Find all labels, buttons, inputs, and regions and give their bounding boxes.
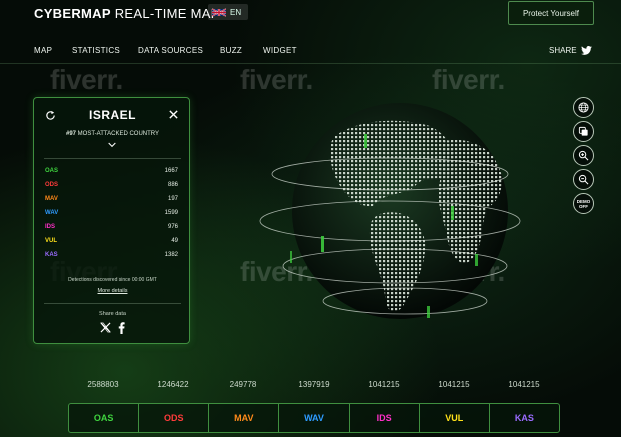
globe-view-button[interactable] bbox=[573, 97, 594, 118]
filter-vul[interactable]: VUL bbox=[420, 404, 490, 432]
source-filter-bar: OAS ODS MAV WAV IDS VUL KAS bbox=[68, 403, 560, 433]
stat-row-ods[interactable]: ODS 886 bbox=[45, 182, 178, 192]
brand-logo[interactable]: CYBERMAP REAL-TIME MAP bbox=[34, 6, 220, 21]
nav-buzz[interactable]: BUZZ bbox=[220, 46, 242, 55]
stat-name: MAV bbox=[45, 196, 58, 202]
filter-ids[interactable]: IDS bbox=[350, 404, 420, 432]
stat-value: 886 bbox=[167, 182, 178, 188]
nav-map[interactable]: MAP bbox=[34, 46, 52, 55]
stat-row-oas[interactable]: OAS 1667 bbox=[45, 168, 178, 178]
filter-wav[interactable]: WAV bbox=[279, 404, 350, 432]
demo-line2: OFF bbox=[579, 203, 588, 209]
stat-name: KAS bbox=[45, 252, 58, 258]
more-details-link[interactable]: More details bbox=[34, 288, 191, 294]
copy-icon bbox=[578, 126, 588, 136]
rank-number: #97 bbox=[65, 131, 76, 137]
demo-toggle-label: DEMO OFF bbox=[577, 199, 591, 209]
share-data-label: Share data bbox=[99, 311, 126, 317]
filter-ods[interactable]: ODS bbox=[139, 404, 210, 432]
country-rank: #97 MOST-ATTACKED COUNTRY bbox=[34, 131, 191, 137]
language-code: EN bbox=[230, 7, 242, 17]
twitter-bird-icon bbox=[580, 46, 592, 55]
share-link[interactable]: SHARE bbox=[549, 46, 592, 55]
nav-statistics[interactable]: STATISTICS bbox=[72, 46, 120, 55]
country-panel: ISRAEL #97 MOST-ATTACKED COUNTRY OAS 166… bbox=[33, 97, 190, 344]
brand-rest: REAL-TIME MAP bbox=[114, 6, 220, 21]
zoom-in-icon bbox=[578, 150, 589, 161]
stat-value: 976 bbox=[167, 224, 178, 230]
stat-name: ODS bbox=[45, 182, 59, 188]
main-nav: MAP STATISTICS DATA SOURCES BUZZ WIDGET … bbox=[0, 38, 621, 64]
rank-text: MOST-ATTACKED COUNTRY bbox=[77, 131, 160, 137]
filter-mav[interactable]: MAV bbox=[209, 404, 280, 432]
stat-row-kas[interactable]: KAS 1382 bbox=[45, 252, 178, 262]
watermark: fiverr. bbox=[50, 64, 123, 95]
nav-data-sources[interactable]: DATA SOURCES bbox=[138, 46, 203, 55]
stat-value: 1382 bbox=[164, 252, 178, 258]
copy-view-button[interactable] bbox=[573, 121, 594, 142]
uk-flag-icon bbox=[212, 7, 226, 17]
stat-name: WAV bbox=[45, 210, 59, 216]
total-mav: 249778 bbox=[229, 380, 257, 389]
zoom-in-button[interactable] bbox=[573, 145, 594, 166]
watermark: fiverr. bbox=[240, 64, 313, 95]
language-selector[interactable]: EN bbox=[208, 4, 248, 20]
stat-value: 1599 bbox=[164, 210, 178, 216]
stat-name: VUL bbox=[45, 238, 57, 244]
header: CYBERMAP REAL-TIME MAP EN Protect Yourse… bbox=[0, 0, 621, 34]
total-ods: 1246422 bbox=[157, 380, 189, 389]
facebook-icon[interactable] bbox=[118, 322, 125, 334]
divider bbox=[44, 158, 181, 159]
stat-value: 197 bbox=[167, 196, 178, 202]
stat-row-wav[interactable]: WAV 1599 bbox=[45, 210, 178, 220]
globe-icon bbox=[578, 102, 589, 113]
stat-name: IDS bbox=[45, 224, 56, 230]
total-wav: 1397919 bbox=[298, 380, 330, 389]
stat-row-vul[interactable]: VUL 49 bbox=[45, 238, 178, 248]
watermark: fiverr. bbox=[432, 64, 505, 95]
nav-widget[interactable]: WIDGET bbox=[263, 46, 297, 55]
detection-note: Detections discovered since 00:00 GMT bbox=[68, 277, 157, 283]
stat-row-mav[interactable]: MAV 197 bbox=[45, 196, 178, 206]
chevron-down-icon[interactable] bbox=[108, 142, 116, 148]
close-icon[interactable] bbox=[168, 109, 179, 120]
globe-visualization[interactable] bbox=[255, 96, 525, 341]
zoom-out-icon bbox=[578, 174, 589, 185]
x-logo-icon[interactable] bbox=[100, 322, 111, 333]
stat-name: OAS bbox=[45, 168, 59, 174]
filter-oas[interactable]: OAS bbox=[69, 404, 140, 432]
filter-kas[interactable]: KAS bbox=[490, 404, 559, 432]
zoom-out-button[interactable] bbox=[573, 169, 594, 190]
stat-row-ids[interactable]: IDS 976 bbox=[45, 224, 178, 234]
stat-value: 1667 bbox=[164, 168, 178, 174]
stat-value: 49 bbox=[171, 238, 178, 244]
demo-toggle-button[interactable]: DEMO OFF bbox=[573, 193, 594, 214]
total-oas: 2588803 bbox=[87, 380, 119, 389]
share-label: SHARE bbox=[549, 46, 577, 55]
divider bbox=[44, 303, 181, 304]
total-ids: 1041215 bbox=[368, 380, 400, 389]
demo-line1: DEMO bbox=[576, 198, 591, 204]
brand-bold: CYBERMAP bbox=[34, 6, 111, 21]
protect-yourself-button[interactable]: Protect Yourself bbox=[508, 1, 594, 25]
total-kas: 1041215 bbox=[508, 380, 540, 389]
global-totals: 2588803 1246422 249778 1397919 1041215 1… bbox=[68, 380, 560, 392]
total-vul: 1041215 bbox=[438, 380, 470, 389]
